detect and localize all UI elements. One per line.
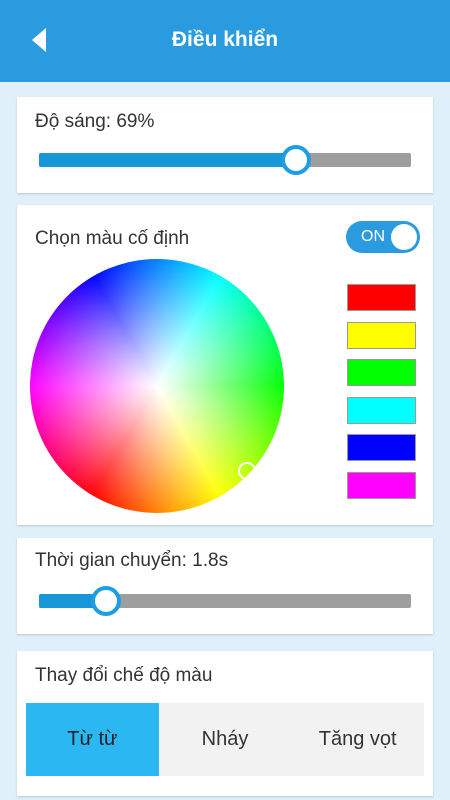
- fixed-color-card: Chọn màu cố định ON: [17, 205, 433, 525]
- mode-button-jump[interactable]: Tăng vọt: [291, 703, 424, 776]
- brightness-slider[interactable]: [39, 145, 411, 175]
- swatch-magenta[interactable]: [347, 472, 416, 499]
- brightness-slider-thumb[interactable]: [280, 145, 311, 175]
- transition-time-card: Thời gian chuyển: 1.8s: [17, 538, 433, 634]
- swatch-cyan[interactable]: [347, 397, 416, 424]
- color-wheel-marker[interactable]: [238, 462, 256, 480]
- app-header: Điều khiển: [0, 0, 450, 82]
- fixed-color-label: Chọn màu cố định: [35, 228, 190, 249]
- brightness-card: Độ sáng: 69%: [17, 97, 433, 193]
- page-title: Điều khiển: [171, 28, 279, 51]
- transition-slider-thumb[interactable]: [90, 586, 121, 616]
- swatch-blue[interactable]: [347, 434, 416, 461]
- mode-button-flash[interactable]: Nháy: [159, 703, 292, 776]
- swatch-yellow[interactable]: [347, 322, 416, 349]
- mode-button-gradual[interactable]: Từ từ: [26, 703, 159, 776]
- transition-time-slider[interactable]: [39, 586, 411, 616]
- color-mode-selector: Từ từ Nháy Tăng vọt: [26, 703, 424, 776]
- brightness-slider-fill: [39, 153, 296, 167]
- toggle-state-label: ON: [361, 228, 385, 245]
- swatch-red[interactable]: [347, 284, 416, 311]
- color-wheel[interactable]: [30, 259, 284, 513]
- color-mode-label: Thay đổi chế độ màu: [35, 665, 213, 686]
- toggle-knob: [391, 224, 417, 250]
- color-mode-card: Thay đổi chế độ màu Từ từ Nháy Tăng vọt: [17, 651, 433, 796]
- brightness-label: Độ sáng: 69%: [35, 111, 155, 132]
- fixed-color-toggle[interactable]: ON: [346, 221, 420, 253]
- transition-time-label: Thời gian chuyển: 1.8s: [35, 550, 229, 571]
- swatch-green[interactable]: [347, 359, 416, 386]
